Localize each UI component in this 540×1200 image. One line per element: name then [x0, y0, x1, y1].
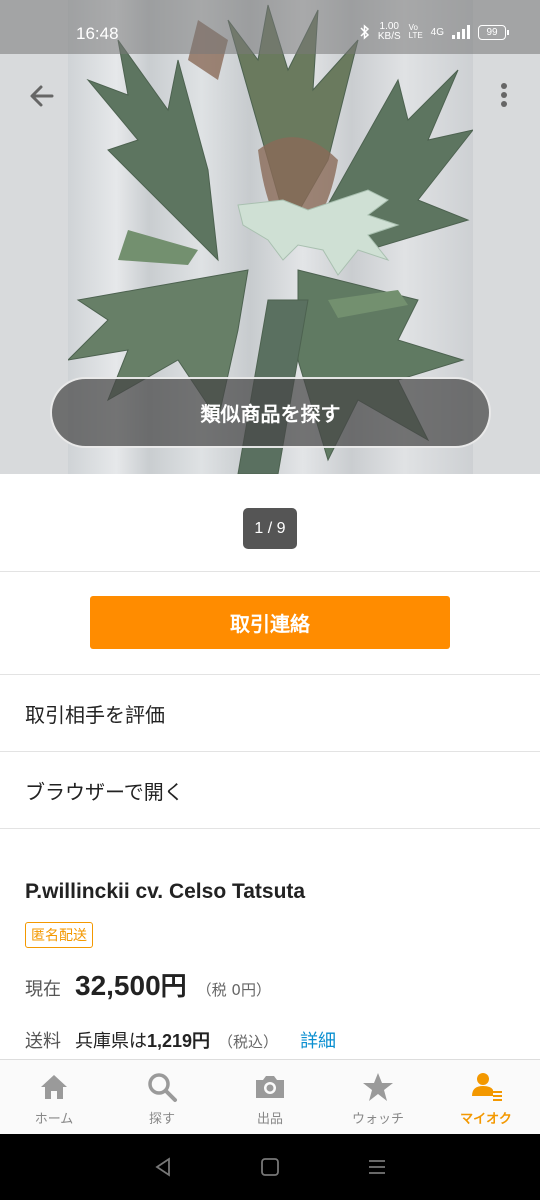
status-time: 16:48 — [76, 24, 119, 43]
battery-level: 99 — [486, 26, 498, 38]
search-icon — [148, 1073, 177, 1102]
item-title: P.willinckii cv. Celso Tatsuta — [25, 880, 306, 903]
bottom-navigation: ホーム 探す 出品 ウォッチ マイオク — [0, 1059, 540, 1134]
status-bar: 16:48 1.00 KB/S Vo LTE 4G 99 — [0, 0, 540, 54]
rate-partner-row[interactable]: 取引相手を評価 — [0, 675, 540, 751]
price-tax: （税 0円） — [196, 981, 271, 999]
nav-sell-label: 出品 — [256, 1112, 283, 1127]
price-label: 現在 — [25, 979, 61, 1000]
user-list-icon — [472, 1073, 502, 1101]
nav-watch[interactable]: ウォッチ — [324, 1060, 432, 1134]
nav-watch-label: ウォッチ — [351, 1112, 404, 1127]
status-icons: 1.00 KB/S Vo LTE 4G 99 — [360, 22, 509, 42]
shipping-amount: 1,219円 — [147, 1031, 211, 1051]
system-navigation-bar — [0, 1134, 540, 1200]
open-in-browser-row[interactable]: ブラウザーで開く — [0, 752, 540, 828]
shipping-label: 送料 — [25, 1031, 61, 1052]
divider — [0, 828, 540, 829]
shipping-tax: （税込） — [218, 1033, 279, 1051]
nav-myauction-label: マイオク — [460, 1112, 512, 1127]
network-speed: 1.00 KB/S — [378, 22, 401, 42]
system-back-icon[interactable] — [151, 1155, 175, 1179]
network-type: 4G — [430, 26, 444, 38]
home-icon — [41, 1075, 67, 1099]
shipping-detail-link[interactable]: 詳細 — [300, 1027, 336, 1053]
nav-home-label: ホーム — [34, 1112, 74, 1127]
back-button[interactable] — [24, 78, 60, 114]
battery-icon: 99 — [478, 24, 509, 40]
system-menu-icon[interactable] — [365, 1155, 389, 1179]
find-similar-button[interactable]: 類似商品を探す — [50, 377, 491, 448]
divider — [0, 571, 540, 572]
more-options-button[interactable] — [494, 78, 514, 114]
back-arrow-icon — [30, 85, 54, 107]
price-value: 32,500 — [75, 970, 161, 1001]
system-home-icon[interactable] — [258, 1155, 282, 1179]
nav-sell[interactable]: 出品 — [216, 1060, 324, 1134]
more-vertical-icon — [501, 83, 507, 107]
contact-button[interactable]: 取引連絡 — [90, 596, 450, 649]
nav-search[interactable]: 探す — [108, 1060, 216, 1134]
nav-myauction[interactable]: マイオク — [432, 1060, 540, 1134]
image-viewer[interactable]: 16:48 1.00 KB/S Vo LTE 4G 99 類似商品を探す — [0, 0, 540, 474]
camera-icon — [256, 1076, 284, 1098]
shipping-row: 送料 兵庫県は 1,219円 （税込） 詳細 — [25, 1027, 336, 1053]
bluetooth-icon — [360, 24, 369, 40]
volte-indicator: Vo LTE — [408, 23, 423, 40]
net-speed-unit: KB/S — [377, 31, 401, 42]
signal-icon — [452, 25, 470, 39]
shipping-region: 兵庫県は — [75, 1031, 147, 1052]
price-row: 現在 32,500 円 （税 0円） — [25, 966, 271, 1003]
star-icon — [363, 1073, 393, 1101]
nav-home[interactable]: ホーム — [0, 1060, 108, 1134]
nav-search-label: 探す — [148, 1112, 175, 1127]
image-pager: 1 / 9 — [243, 508, 297, 549]
anonymous-shipping-badge: 匿名配送 — [25, 922, 93, 948]
price-currency: 円 — [160, 972, 187, 1002]
